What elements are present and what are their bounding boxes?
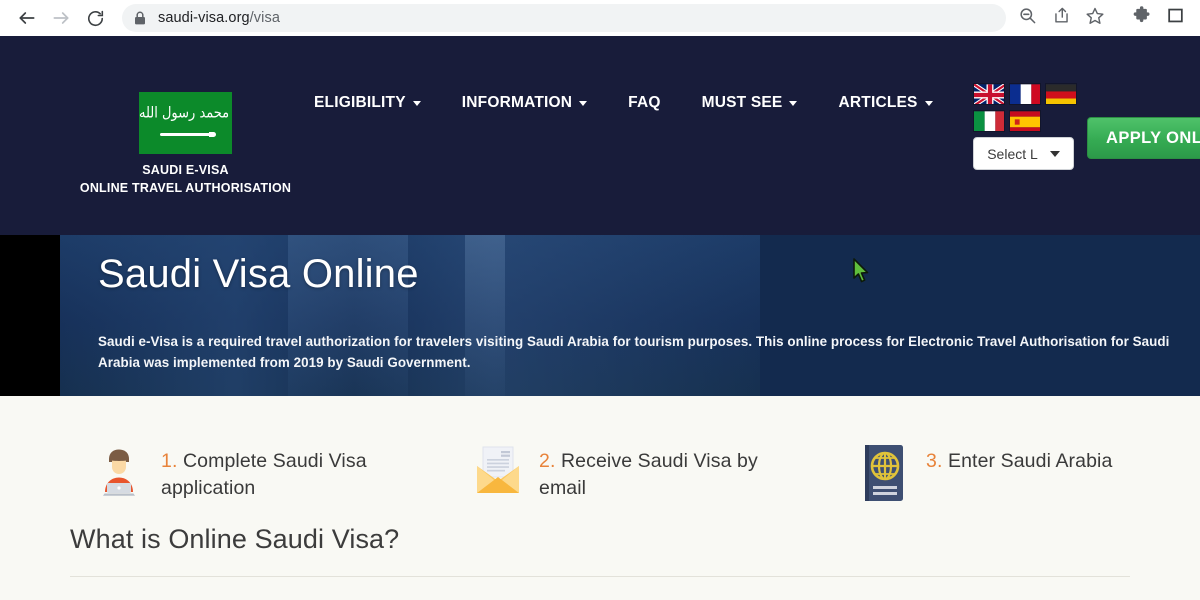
sidebar-panel-icon — [1166, 6, 1185, 30]
chevron-down-icon — [1049, 150, 1060, 157]
step-1-icon-wrap — [95, 444, 143, 504]
zoom-out-icon — [1018, 6, 1037, 30]
flag-france-icon[interactable] — [1009, 83, 1041, 105]
step-3-label: 3. Enter Saudi Arabia — [926, 444, 1112, 475]
language-select-value: Select L — [987, 145, 1038, 162]
forward-arrow-icon — [51, 8, 71, 28]
zoom-out-button[interactable] — [1012, 3, 1042, 33]
open-envelope-document-icon — [473, 446, 523, 494]
logo-title: SAUDI E-VISA — [142, 163, 229, 177]
step-1-number: 1. — [161, 450, 178, 472]
hero-description: Saudi e-Visa is a required travel author… — [98, 334, 1170, 370]
back-button[interactable] — [10, 1, 44, 35]
nav-label: MUST SEE — [701, 94, 783, 111]
extensions-button[interactable] — [1126, 3, 1156, 33]
chevron-down-icon — [924, 100, 933, 106]
share-button[interactable] — [1046, 3, 1076, 33]
logo-subtitle: ONLINE TRAVEL AUTHORISATION — [79, 181, 292, 195]
section-divider — [70, 576, 1130, 577]
saudi-flag-icon: لا إله إلا الله محمد رسول الله — [139, 92, 232, 154]
step-1-label: 1. Complete Saudi Visa application — [161, 444, 445, 502]
passport-icon — [862, 444, 906, 502]
nav-item-articles[interactable]: ARTICLES — [818, 88, 953, 118]
step-2-number: 2. — [539, 450, 556, 472]
person-at-laptop-icon — [99, 446, 139, 496]
address-bar[interactable]: saudi-visa.org/visa — [122, 4, 1006, 32]
browser-toolbar: saudi-visa.org/visa — [0, 0, 1200, 36]
side-panel-button[interactable] — [1160, 3, 1190, 33]
reload-icon — [86, 9, 105, 28]
flag-row-top — [973, 83, 1079, 105]
chevron-down-icon — [412, 100, 421, 106]
step-3-icon-wrap — [860, 444, 908, 504]
share-icon — [1052, 6, 1071, 30]
flag-united-kingdom-icon[interactable] — [973, 83, 1005, 105]
url-domain: saudi-visa.org — [158, 10, 250, 26]
step-item-1: 1. Complete Saudi Visa application — [95, 444, 445, 504]
chevron-down-icon — [789, 100, 798, 106]
site-logo[interactable]: لا إله إلا الله محمد رسول الله SAUDI E-V… — [78, 92, 293, 195]
section-heading: What is Online Saudi Visa? — [70, 524, 400, 554]
step-item-3: 3. Enter Saudi Arabia — [860, 444, 1170, 504]
main-navigation: ELIGIBILITY INFORMATION FAQ MUST SEE ART… — [314, 88, 954, 118]
step-3-number: 3. — [926, 450, 943, 472]
nav-item-eligibility[interactable]: ELIGIBILITY — [314, 88, 442, 118]
flag-italy-icon[interactable] — [973, 110, 1005, 132]
flag-germany-icon[interactable] — [1045, 83, 1077, 105]
nav-item-information[interactable]: INFORMATION — [442, 88, 608, 118]
step-2-icon-wrap — [473, 444, 521, 504]
nav-label: ARTICLES — [838, 94, 918, 111]
step-2-text: Receive Saudi Visa by email — [539, 450, 758, 499]
steps-section: 1. Complete Saudi Visa application 2. Re… — [0, 396, 1200, 600]
nav-label: FAQ — [628, 94, 661, 111]
step-item-2: 2. Receive Saudi Visa by email — [473, 444, 793, 504]
nav-item-must-see[interactable]: MUST SEE — [682, 88, 819, 118]
flag-sword-shape — [160, 132, 216, 137]
language-select[interactable]: Select L — [973, 137, 1074, 170]
apply-online-button[interactable]: APPLY ONLINE — [1087, 117, 1200, 159]
site-header: لا إله إلا الله محمد رسول الله SAUDI E-V… — [0, 36, 1200, 235]
step-2-label: 2. Receive Saudi Visa by email — [539, 444, 793, 502]
flag-shahada-text: لا إله إلا الله محمد رسول الله — [139, 104, 232, 123]
url-text: saudi-visa.org/visa — [158, 10, 280, 26]
page-title: Saudi Visa Online — [98, 252, 419, 296]
browser-action-icons — [1012, 3, 1190, 33]
flag-spain-icon[interactable] — [1009, 110, 1041, 132]
forward-button[interactable] — [44, 1, 78, 35]
flag-row-bottom — [973, 110, 1079, 132]
chevron-down-icon — [579, 100, 588, 106]
language-switcher: Select L — [973, 83, 1079, 170]
step-3-text: Enter Saudi Arabia — [948, 450, 1113, 472]
step-1-text: Complete Saudi Visa application — [161, 450, 367, 499]
nav-item-faq[interactable]: FAQ — [608, 88, 681, 118]
url-path: /visa — [249, 10, 280, 26]
bookmark-star-icon — [1085, 6, 1105, 31]
hero-left-black-band — [0, 235, 60, 396]
back-arrow-icon — [17, 8, 37, 28]
lock-icon[interactable] — [134, 11, 146, 25]
nav-label: ELIGIBILITY — [314, 94, 406, 111]
bookmark-button[interactable] — [1080, 3, 1110, 33]
hero-banner: Saudi Visa Online Saudi e-Visa is a requ… — [0, 235, 1200, 396]
nav-label: INFORMATION — [461, 94, 573, 111]
reload-button[interactable] — [78, 1, 112, 35]
extensions-puzzle-icon — [1132, 6, 1151, 30]
